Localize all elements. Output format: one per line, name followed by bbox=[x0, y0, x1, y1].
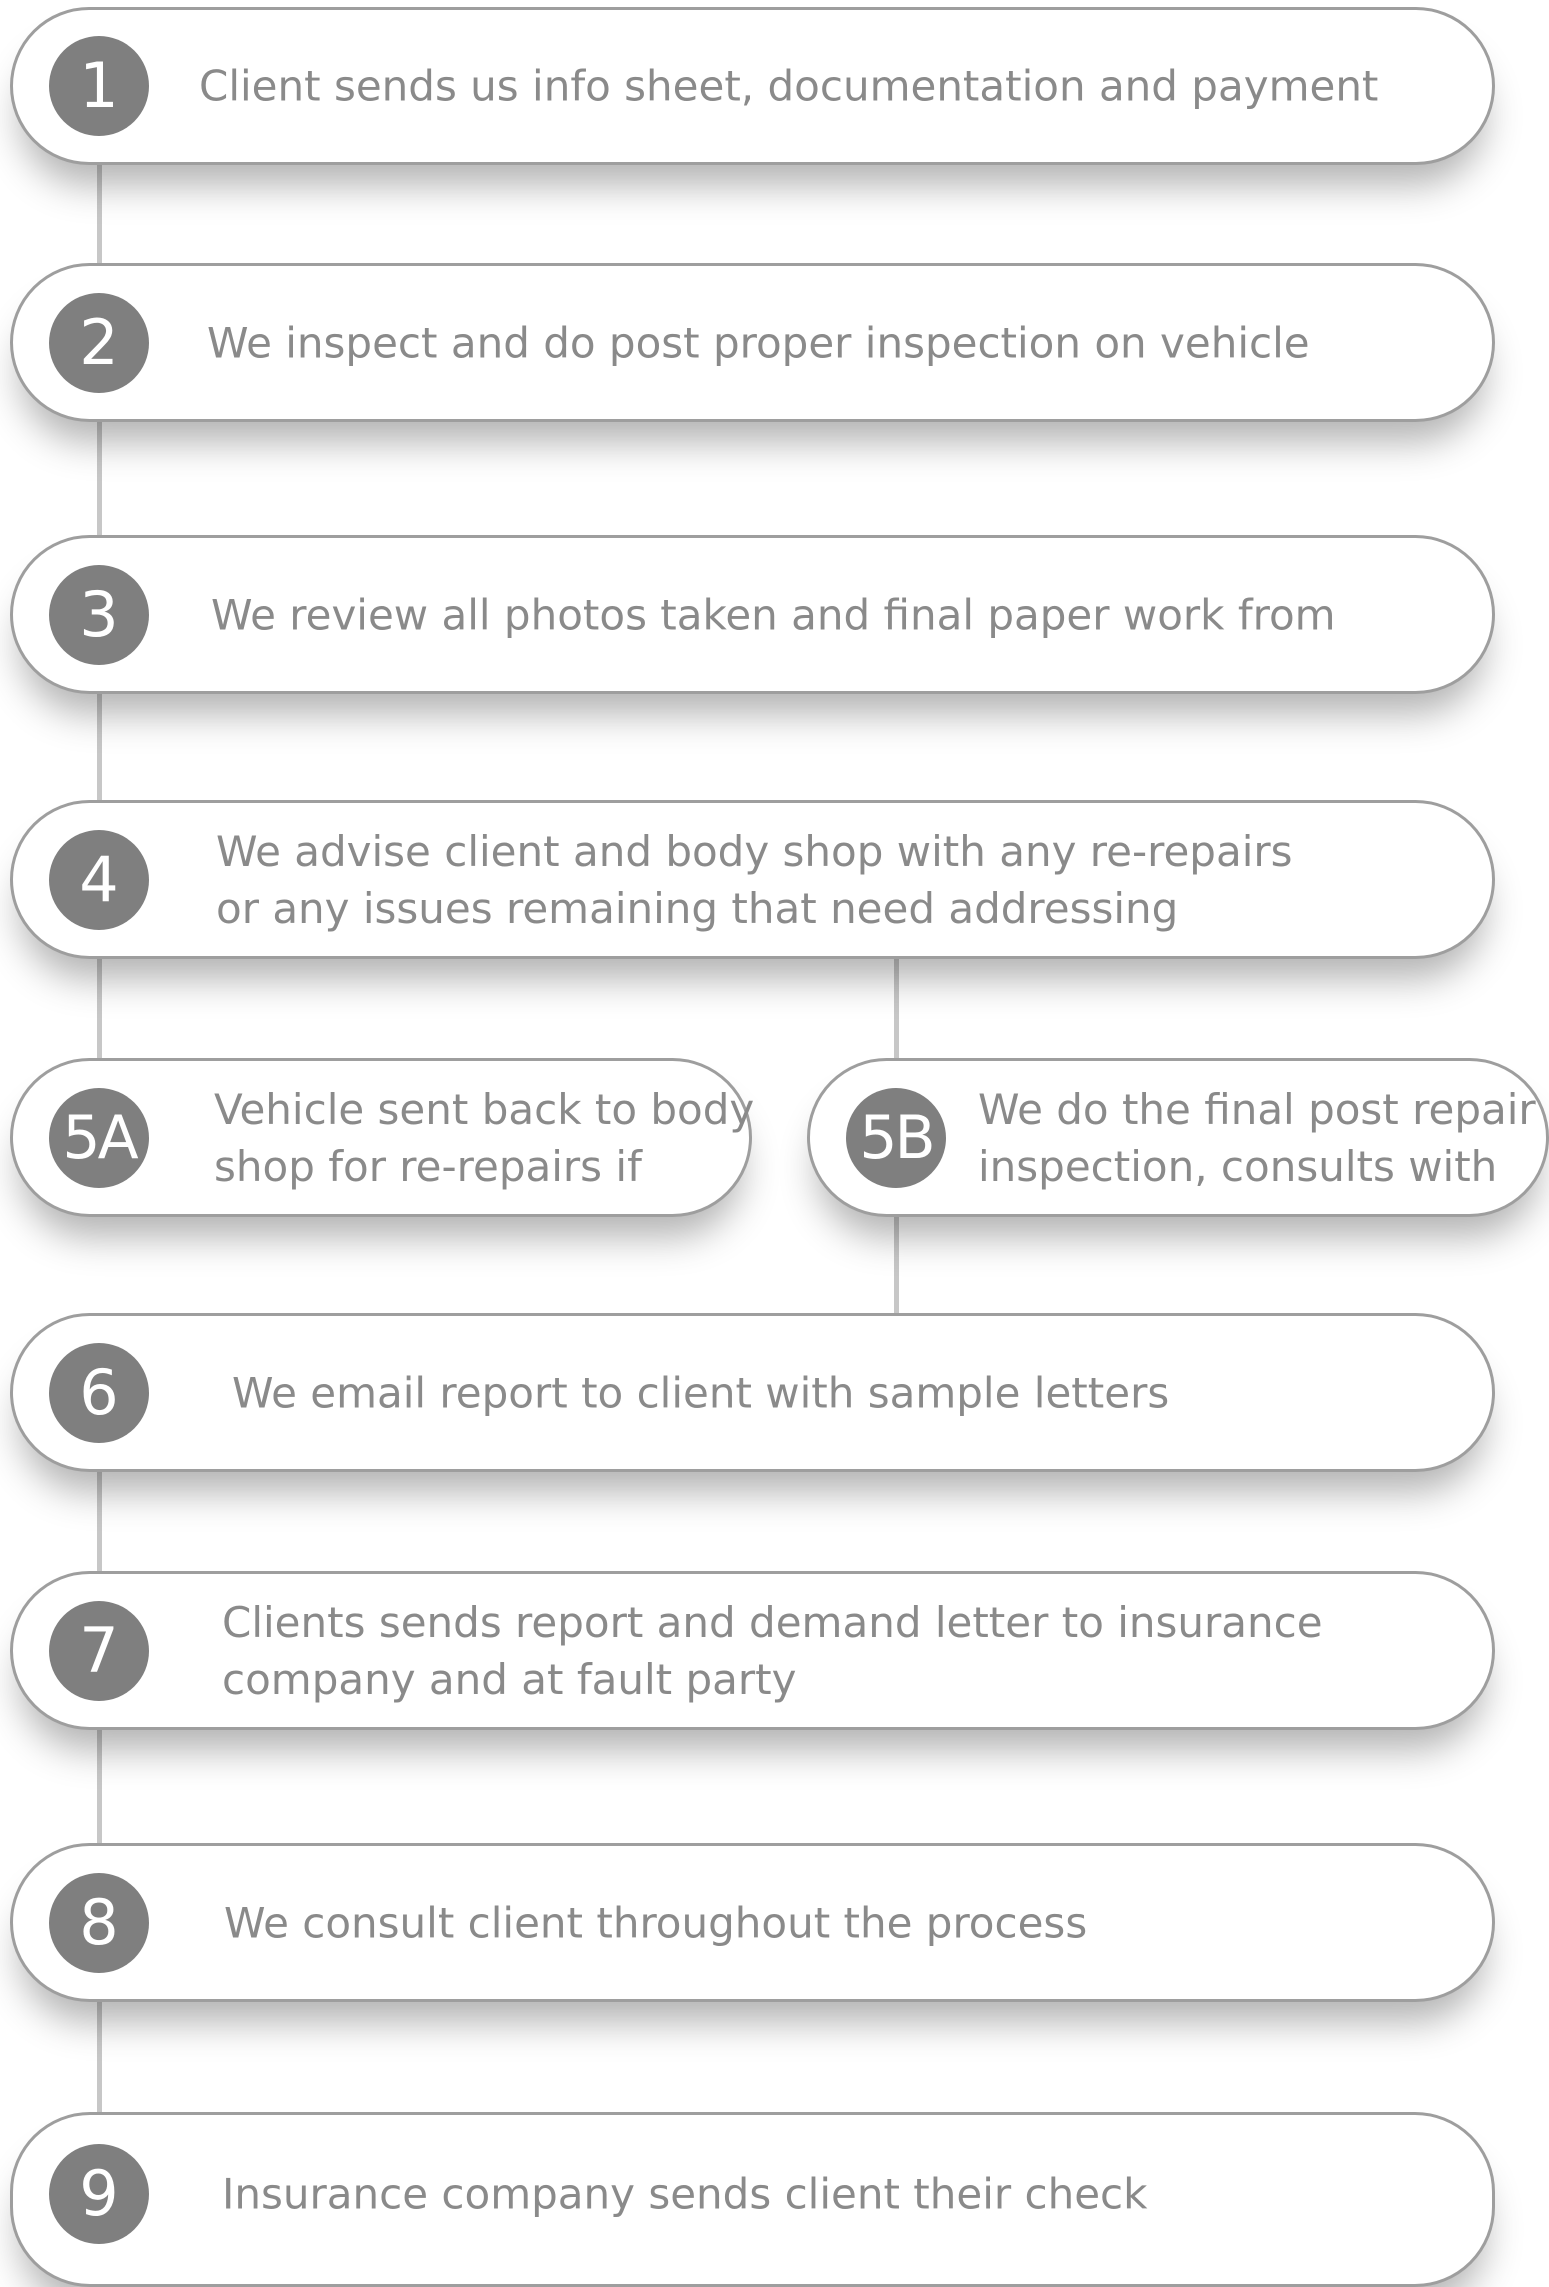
connector-4-5a bbox=[97, 955, 102, 1063]
step-description: We consult client throughout the process bbox=[224, 1894, 1087, 1951]
step-text-line: Vehicle sent back to body bbox=[214, 1084, 755, 1134]
connector-4-5b bbox=[894, 955, 899, 1063]
step-7: 7 Clients sends report and demand letter… bbox=[10, 1571, 1495, 1730]
step-text-line: We inspect and do post proper inspection… bbox=[207, 318, 1310, 367]
step-description: Client sends us info sheet, documentatio… bbox=[199, 58, 1378, 115]
step-text-line: company and at fault party bbox=[222, 1654, 797, 1704]
step-3: 3 We review all photos taken and final p… bbox=[10, 535, 1495, 694]
step-description: Insurance company sends client their che… bbox=[222, 2166, 1147, 2223]
step-description: We inspect and do post proper inspection… bbox=[207, 314, 1310, 371]
step-description: We review all photos taken and final pap… bbox=[211, 586, 1336, 643]
step-text-line: Insurance company sends client their che… bbox=[222, 2169, 1148, 2219]
step-6: 6 We email report to client with sample … bbox=[10, 1313, 1495, 1472]
step-number-badge: 1 bbox=[49, 36, 149, 136]
step-description: We do the final post repair inspection, … bbox=[978, 1081, 1536, 1195]
step-text-line: We consult client throughout the process bbox=[224, 1898, 1088, 1947]
step-9: 9 Insurance company sends client their c… bbox=[10, 2112, 1495, 2287]
step-4: 4 We advise client and body shop with an… bbox=[10, 800, 1495, 959]
step-2: 2 We inspect and do post proper inspecti… bbox=[10, 263, 1495, 422]
step-text-line: We email report to client with sample le… bbox=[232, 1368, 1170, 1417]
step-number-badge: 5A bbox=[49, 1087, 149, 1188]
step-description: We email report to client with sample le… bbox=[232, 1364, 1169, 1421]
step-5a: 5A Vehicle sent back to body shop for re… bbox=[10, 1058, 754, 1217]
connector-2-3 bbox=[97, 418, 102, 540]
step-text-line: Clients sends report and demand letter t… bbox=[222, 1597, 1323, 1647]
step-number-badge: 5B bbox=[846, 1087, 946, 1188]
step-text-line: We advise client and body shop with any … bbox=[216, 826, 1293, 876]
connector-1-2 bbox=[97, 160, 102, 270]
step-number-badge: 6 bbox=[49, 1342, 149, 1443]
step-number-badge: 9 bbox=[49, 2144, 149, 2244]
step-text-line: shop for re-repairs if bbox=[214, 1141, 642, 1191]
step-description: Clients sends report and demand letter t… bbox=[222, 1594, 1323, 1708]
connector-8-9 bbox=[97, 1995, 102, 2115]
step-1: 1 Client sends us info sheet, documentat… bbox=[10, 7, 1495, 165]
step-description: We advise client and body shop with any … bbox=[216, 823, 1293, 937]
step-5b: 5B We do the final post repair inspectio… bbox=[807, 1058, 1549, 1217]
connector-7-8 bbox=[97, 1725, 102, 1845]
step-text-line: Client sends us info sheet, documentatio… bbox=[199, 61, 1379, 111]
connector-5b-6 bbox=[894, 1212, 899, 1318]
step-text-line: We review all photos taken and final pap… bbox=[211, 590, 1336, 639]
connector-6-7 bbox=[97, 1467, 102, 1577]
step-number-badge: 3 bbox=[49, 564, 149, 665]
step-number-badge: 4 bbox=[49, 829, 149, 930]
step-number-badge: 2 bbox=[49, 292, 149, 393]
step-text-line: inspection, consults with bbox=[978, 1141, 1498, 1191]
step-8: 8 We consult client throughout the proce… bbox=[10, 1843, 1495, 2002]
step-number-badge: 8 bbox=[49, 1872, 149, 1973]
step-number-badge: 7 bbox=[49, 1600, 149, 1701]
step-text-line: We do the final post repair bbox=[978, 1084, 1536, 1134]
step-description: Vehicle sent back to body shop for re-re… bbox=[214, 1081, 754, 1195]
step-text-line: or any issues remaining that need addres… bbox=[216, 883, 1179, 933]
connector-3-4 bbox=[97, 690, 102, 806]
